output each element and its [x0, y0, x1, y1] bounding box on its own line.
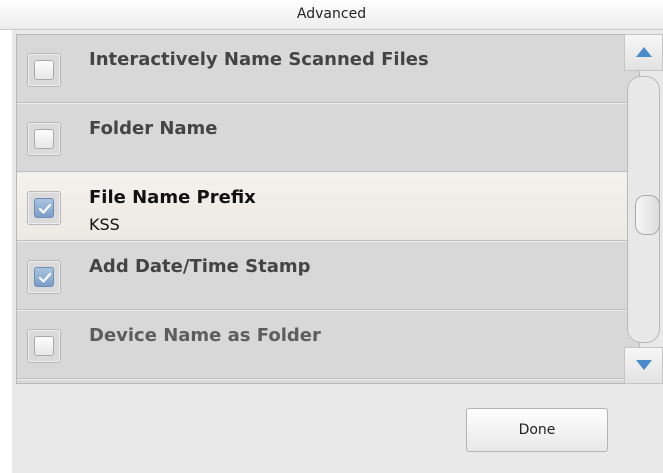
option-row-folder-name[interactable]: Folder Name — [17, 104, 639, 173]
checkbox-box — [34, 336, 54, 356]
checkmark-icon — [38, 272, 52, 283]
option-label: File Name Prefix — [89, 187, 256, 208]
option-row-date-time-stamp[interactable]: Add Date/Time Stamp — [17, 242, 639, 311]
dialog-title: Advanced — [0, 0, 663, 30]
checkmark-icon — [38, 203, 52, 214]
interactively-name-checkbox[interactable] — [27, 53, 61, 87]
folder-name-checkbox[interactable] — [27, 122, 61, 156]
scroll-track[interactable] — [627, 76, 660, 343]
file-name-prefix-checkbox[interactable] — [27, 191, 61, 225]
options-list[interactable]: Interactively Name Scanned Files Folder … — [16, 34, 640, 384]
options-panel: Interactively Name Scanned Files Folder … — [12, 30, 663, 473]
option-label: Folder Name — [89, 118, 218, 139]
checkbox-box-checked — [34, 267, 54, 287]
date-time-stamp-checkbox[interactable] — [27, 260, 61, 294]
checkbox-box-checked — [34, 198, 54, 218]
scroll-thumb[interactable] — [635, 195, 660, 235]
done-button[interactable]: Done — [466, 408, 608, 452]
option-label: Device Name as Folder — [89, 325, 321, 346]
device-name-folder-checkbox[interactable] — [27, 329, 61, 363]
option-value: KSS — [89, 215, 120, 234]
option-label: Add Date/Time Stamp — [89, 256, 311, 277]
scroll-up-button[interactable] — [624, 34, 663, 71]
option-label: Interactively Name Scanned Files — [89, 49, 429, 70]
scrollbar[interactable] — [624, 34, 663, 384]
checkbox-box — [34, 129, 54, 149]
option-row-device-name-folder[interactable]: Device Name as Folder — [17, 311, 639, 380]
option-row-interactively-name[interactable]: Interactively Name Scanned Files — [17, 35, 639, 104]
checkbox-box — [34, 60, 54, 80]
option-row-file-name-prefix[interactable]: File Name Prefix KSS — [17, 173, 639, 242]
triangle-up-icon — [636, 47, 652, 57]
scroll-down-button[interactable] — [624, 347, 663, 384]
triangle-down-icon — [636, 360, 652, 370]
